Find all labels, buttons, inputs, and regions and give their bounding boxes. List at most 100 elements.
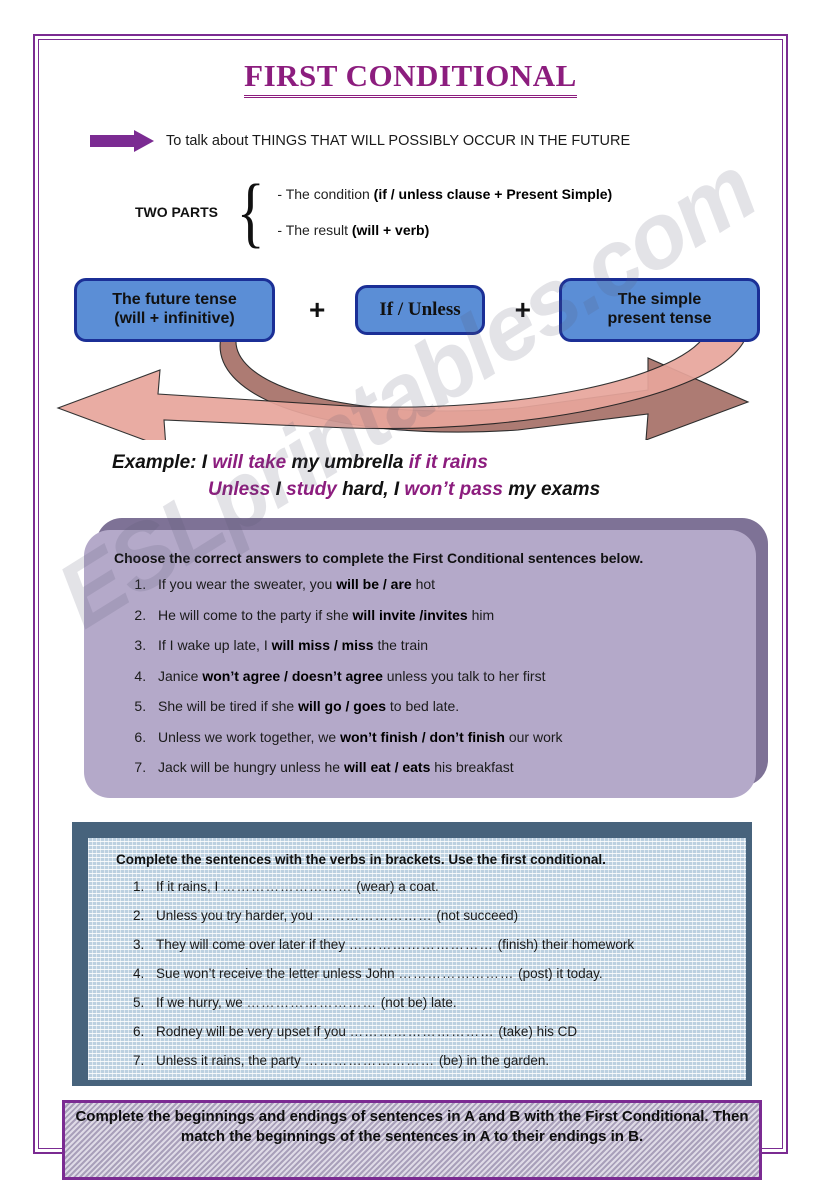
example-plain: hard, I [336,478,405,500]
curved-arrow-left [56,330,749,440]
two-parts-line: - The result (will + verb) [277,222,612,238]
example-plain: my umbrella [286,452,409,473]
exercise1-panel: Choose the correct answers to complete t… [84,530,756,798]
item-choice-options[interactable]: will be / are [336,576,411,592]
answer-blank[interactable]: ……………………… [222,879,353,894]
answer-blank[interactable]: ………………………… [350,1024,495,1039]
list-item[interactable]: If you wear the sweater, you will be / a… [150,576,732,592]
list-item[interactable]: She will be tired if she will go / goes … [150,698,732,714]
example-plain: I [196,452,213,473]
item-text-pre: Sue won’t receive the letter unless John [156,966,399,981]
answer-blank[interactable]: ……………………… [247,995,378,1010]
list-item[interactable]: Unless you try harder, you …………………… (not… [148,908,732,923]
item-text-pre: If I wake up late, I [158,637,272,653]
two-parts-label: TWO PARTS [135,203,218,220]
present-tense-line2: present tense [607,310,712,327]
example-line-1: I will take my umbrella if it rains [196,452,488,473]
item-choice-options[interactable]: will go / goes [298,698,386,714]
present-tense-box: The simple present tense [559,278,760,342]
item-verb-cue: (finish) their homework [493,937,635,952]
list-item[interactable]: Unless it rains, the party ……………………… (be… [148,1053,732,1068]
example-highlight: if it rains [408,452,488,473]
curly-brace-icon: { [236,168,265,255]
example-highlight: study [286,478,337,500]
right-arrow-icon [90,130,156,152]
plus-sign-1: + [308,294,326,325]
result-plain: - The result [277,221,352,238]
future-tense-line1: The future tense [112,291,237,309]
two-parts-group: TWO PARTS { - The condition (if / unless… [135,168,612,255]
item-text-pre: If you wear the sweater, you [158,576,337,592]
exercise2-list: If it rains, I ……………………… (wear) a coat. U… [102,879,732,1068]
example-highlight: won’t pass [404,478,503,500]
item-verb-cue: (be) in the garden. [435,1053,550,1068]
list-item[interactable]: He will come to the party if she will in… [150,607,732,623]
item-verb-cue: (not succeed) [432,908,519,923]
answer-blank[interactable]: ……………………… [305,1053,436,1068]
item-text-pre: Janice [158,667,203,684]
item-text-pre: They will come over later if they [156,937,349,952]
answer-blank[interactable]: …………………… [398,966,514,981]
answer-blank[interactable]: …………………… [317,908,433,923]
item-choice-options[interactable]: will eat / eats [344,759,430,775]
item-verb-cue: (not be) late. [377,995,457,1010]
list-item[interactable]: If it rains, I ……………………… (wear) a coat. [148,879,732,894]
item-text-post: to bed late. [385,698,460,714]
list-item[interactable]: Rodney will be very upset if you …………………… [148,1024,732,1039]
future-tense-box: The future tense (will + infinitive) [74,278,275,342]
item-text-post: our work [504,728,563,745]
item-text-post: him [467,606,495,623]
exercise3-panel: Complete the beginnings and endings of s… [62,1100,762,1180]
item-choice-options[interactable]: won’t agree / doesn’t agree [202,668,383,684]
item-verb-cue: (wear) a coat. [352,879,439,894]
list-item[interactable]: They will come over later if they ………………… [148,937,732,952]
item-text-pre: Unless you try harder, you [156,908,317,923]
intro-text: To talk about THINGS THAT WILL POSSIBLY … [166,133,631,149]
example-line-2: Unless I study hard, I won’t pass my exa… [112,477,600,504]
item-choice-options[interactable]: will invite /invites [353,607,468,623]
example-plain: my exams [502,478,601,500]
item-text-pre: Unless it rains, the party [156,1053,305,1068]
exercise1-heading: Choose the correct answers to complete t… [114,550,644,566]
exercise1-list: If you wear the sweater, you will be / a… [100,576,732,775]
exercise2-heading: Complete the sentences with the verbs in… [116,852,606,867]
present-tense-line1: The simple [617,291,702,309]
example-highlight: Unless [208,478,271,500]
list-item[interactable]: Unless we work together, we won’t finish… [150,729,732,745]
item-choice-options[interactable]: won’t finish / don’t finish [340,729,505,745]
item-choice-options[interactable]: will miss / miss [272,637,374,653]
future-tense-line2: (will + infinitive) [114,310,235,327]
if-unless-label: If / Unless [379,298,461,320]
list-item[interactable]: Jack will be hungry unless he will eat /… [150,759,732,775]
item-text-pre: Jack will be hungry unless he [158,759,344,775]
example-block: Example: I will take my umbrella if it r… [112,450,600,504]
item-text-post: the train [373,637,429,653]
result-bold: (will + verb) [351,221,430,238]
exercise2-panel: Complete the sentences with the verbs in… [72,822,752,1086]
example-plain: I [270,478,287,500]
exercise2-inner: Complete the sentences with the verbs in… [88,838,746,1080]
condition-plain: - The condition [277,185,374,202]
list-item[interactable]: Sue won’t receive the letter unless John… [148,966,732,981]
plus-sign-2: + [514,294,532,325]
list-item[interactable]: If I wake up late, I will miss / miss th… [150,637,732,653]
example-highlight: will take [212,452,287,473]
item-text-post: unless you talk to her first [382,667,546,684]
item-text-pre: Rodney will be very upset if you [156,1024,350,1039]
item-verb-cue: (take) his CD [494,1024,578,1039]
item-text-pre: Unless we work together, we [158,728,341,745]
answer-blank[interactable]: ………………………… [349,937,494,952]
list-item[interactable]: If we hurry, we ……………………… (not be) late. [148,995,732,1010]
curved-arrows-diagram [56,330,750,440]
formula-diagram: The future tense (will + infinitive) + I… [60,278,760,342]
condition-bold: (if / unless clause + Present Simple) [373,185,613,202]
if-unless-box: If / Unless [355,285,485,335]
intro-row: To talk about THINGS THAT WILL POSSIBLY … [90,130,630,152]
list-item[interactable]: Janice won’t agree / doesn’t agree unles… [150,668,732,684]
exercise3-heading: Complete the beginnings and endings of s… [75,1108,749,1145]
page-title-text: FIRST CONDITIONAL [244,58,577,98]
item-text-pre: She will be tired if she [158,698,299,714]
example-lead: Example: [112,452,197,473]
two-parts-line: - The condition (if / unless clause + Pr… [277,186,612,202]
item-text-pre: He will come to the party if she [158,606,353,623]
